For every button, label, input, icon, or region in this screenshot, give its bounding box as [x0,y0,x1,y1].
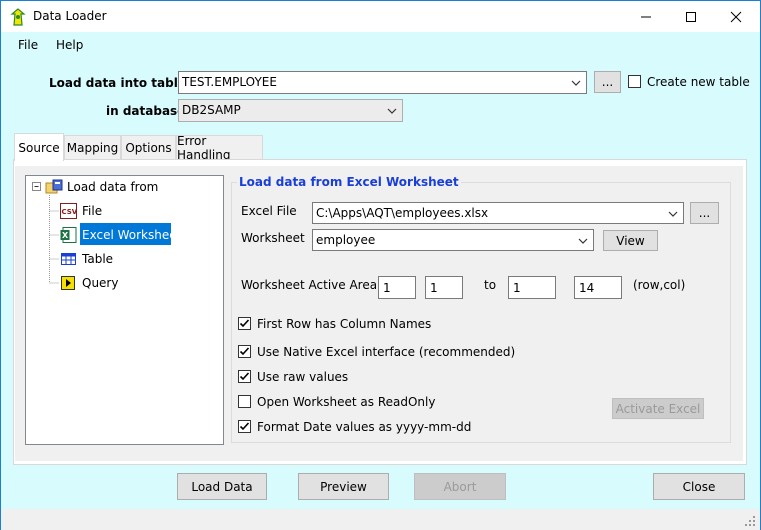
create-new-table-label: Create new table [647,75,750,89]
maximize-button[interactable] [668,1,713,32]
excel-file-label: Excel File [241,204,297,218]
table-value: TEST.EMPLOYEE [182,75,277,89]
tree-item-table[interactable]: Table [82,252,113,266]
to-row-input[interactable]: 1 [508,276,556,299]
app-icon [10,8,26,26]
tab-options[interactable]: Options [121,135,176,160]
excel-file-combo[interactable]: C:\Apps\AQT\employees.xlsx [312,202,684,224]
table-label: Load data into table [49,76,186,90]
close-icon [730,11,741,22]
format-date-checkbox[interactable] [238,420,251,433]
database-folder-icon [45,179,63,194]
query-icon [61,276,75,290]
open-readonly-checkbox[interactable] [238,395,251,408]
preview-button[interactable]: Preview [298,473,389,500]
database-combo[interactable]: DB2SAMP [178,99,403,122]
activate-excel-button[interactable]: Activate Excel [612,398,704,419]
excel-file-browse-button[interactable]: ... [690,202,719,224]
tab-mapping[interactable]: Mapping [64,135,121,160]
database-label: in database [106,104,186,118]
minimize-button[interactable] [623,1,668,32]
table-icon [61,253,76,265]
title-bar: Data Loader [1,1,760,32]
abort-button[interactable]: Abort [414,473,506,500]
excel-file-value: C:\Apps\AQT\employees.xlsx [316,206,489,220]
load-data-button[interactable]: Load Data [177,473,267,500]
use-raw-values-checkbox[interactable] [238,370,251,383]
first-row-column-names-label: First Row has Column Names [257,317,432,331]
chevron-down-icon [668,211,678,217]
tab-source[interactable]: Source [14,133,64,161]
svg-text:CSV: CSV [62,208,78,216]
menu-bar: File Help [1,32,760,57]
worksheet-value: employee [316,233,376,247]
close-window-button[interactable] [713,1,758,32]
chevron-down-icon [578,238,588,244]
chevron-down-icon [571,80,581,86]
first-row-column-names-checkbox[interactable] [238,317,251,330]
checkmark-icon [239,319,250,328]
menu-file[interactable]: File [18,38,38,52]
window-title: Data Loader [33,9,107,23]
maximize-icon [685,11,696,22]
tree-root-label[interactable]: Load data from [67,180,158,194]
checkmark-icon [239,347,250,356]
worksheet-combo[interactable]: employee [312,229,594,251]
open-readonly-label: Open Worksheet as ReadOnly [257,395,436,409]
native-excel-interface-label: Use Native Excel interface (recommended) [257,345,516,359]
to-col-input[interactable]: 14 [574,276,622,299]
menu-help[interactable]: Help [56,38,83,52]
rowcol-label: (row,col) [633,278,686,292]
status-bar [1,509,760,530]
close-button[interactable]: Close [653,473,745,500]
tree-item-excel-worksheet[interactable]: Excel Worksheet [82,228,181,242]
tab-error-handling[interactable]: Error Handling [176,134,263,162]
csv-icon: CSV [60,203,77,219]
data-loader-window: Data Loader File Help Load data into tab… [0,0,761,530]
format-date-label: Format Date values as yyyy-mm-dd [257,420,472,434]
checkmark-icon [239,372,250,381]
tree-item-file[interactable]: File [82,204,102,218]
database-value: DB2SAMP [182,103,241,117]
minimize-icon [640,16,651,17]
worksheet-label: Worksheet [241,231,305,245]
excel-group-title: Load data from Excel Worksheet [237,175,461,189]
svg-text:X: X [62,231,69,240]
use-raw-values-label: Use raw values [257,370,349,384]
excel-icon: X [60,227,77,243]
from-col-input[interactable]: 1 [425,276,463,299]
native-excel-interface-checkbox[interactable] [238,345,251,358]
view-button[interactable]: View [603,230,658,251]
tree-item-query[interactable]: Query [82,276,118,290]
from-row-input[interactable]: 1 [378,276,416,299]
create-new-table-checkbox[interactable] [628,75,641,88]
table-combo[interactable]: TEST.EMPLOYEE [178,71,587,94]
active-area-label: Worksheet Active Area [241,278,378,292]
to-label: to [484,278,497,292]
checkmark-icon [239,422,250,431]
resize-grip-icon[interactable] [744,515,756,527]
table-browse-button[interactable]: ... [594,71,621,93]
chevron-down-icon [387,108,397,114]
